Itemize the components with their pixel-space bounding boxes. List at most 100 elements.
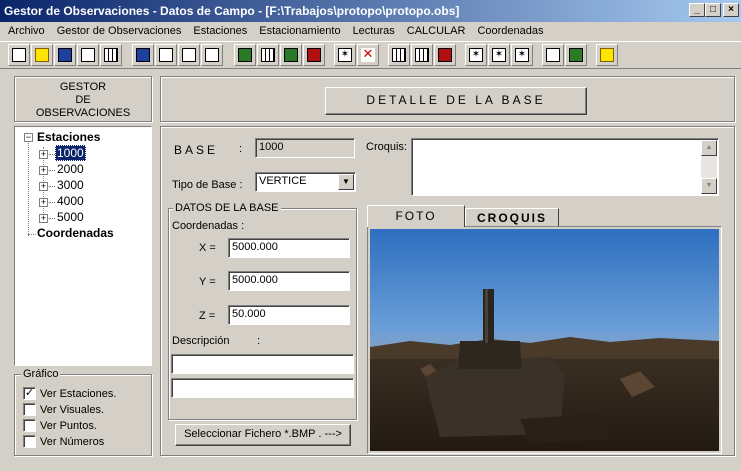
seleccionar-fichero-button[interactable]: Seleccionar Fichero *.BMP . ---> [175,424,351,446]
tree-item-station[interactable]: 3000 [57,178,84,192]
y-field[interactable]: 5000.000 [228,271,350,291]
tree-root-coordenadas[interactable]: Coordenadas [37,226,114,240]
grid-button-1[interactable] [257,44,279,66]
tab-croquis[interactable]: CROQUIS [465,208,559,227]
descripcion-field-2[interactable] [171,378,354,398]
tipo-base-select[interactable]: VERTICE ▼ [255,172,356,192]
title-bar[interactable]: Gestor de Observaciones - Datos de Campo… [0,0,741,22]
menu-archivo[interactable]: Archivo [2,22,51,40]
grid-red-icon [307,48,321,62]
tol-icon [205,48,219,62]
tree-item-station[interactable]: 4000 [57,194,84,208]
points-button[interactable]: ✶ [465,44,487,66]
base-value-field: 1000 [255,138,355,158]
cf-icon [136,48,150,62]
tree-line [49,218,55,219]
save-button[interactable] [54,44,76,66]
title-buttons: _ □ × [689,3,739,17]
tab-foto[interactable]: FOTO [367,205,465,227]
table-button-2[interactable] [411,44,433,66]
menu-gestor-observaciones[interactable]: Gestor de Observaciones [51,22,188,40]
file-list-button[interactable] [77,44,99,66]
menu-estaciones[interactable]: Estaciones [187,22,253,40]
grid-button-2[interactable] [280,44,302,66]
new-file-button[interactable] [8,44,30,66]
checkbox-ver-puntos[interactable] [23,419,36,432]
text-format-icon [159,48,173,62]
croquis-textarea[interactable]: ▲ ▼ [411,138,719,196]
u-tool-button[interactable] [178,44,200,66]
tree-line [28,141,29,236]
detalle-base-button[interactable]: DETALLE DE LA BASE [325,87,587,115]
tol-button[interactable] [201,44,223,66]
maximize-button[interactable]: □ [705,3,721,17]
collapse-icon[interactable]: − [24,133,33,142]
expand-icon[interactable]: + [39,166,48,175]
open-file-button[interactable] [31,44,53,66]
checkbox-ver-numeros[interactable] [23,435,36,448]
base-photo-image [370,229,719,451]
table-red-icon [438,48,452,62]
expand-icon[interactable]: + [39,198,48,207]
table-icon [415,48,429,62]
poli-icon [546,48,560,62]
nivel-icon [569,48,583,62]
grid-green-icon [284,48,298,62]
menu-calcular[interactable]: CALCULAR [401,22,472,40]
menu-lecturas[interactable]: Lecturas [347,22,401,40]
stations-tree[interactable]: − Estaciones + 1000 + 2000 + 3000 + 4000… [14,126,152,366]
datos-legend: DATOS DE LA BASE [173,202,281,214]
grid-button-3[interactable] [303,44,325,66]
checkbox-ver-estaciones[interactable]: ✓ [23,387,36,400]
stations-net-button[interactable]: ✶ [488,44,510,66]
descripcion-label: Descripción [172,335,230,347]
table-icon [392,48,406,62]
tree-item-station[interactable]: 1000 [55,145,86,161]
x-field[interactable]: 5000.000 [228,238,350,258]
base-label: BASE [174,143,219,157]
calculator-button[interactable] [100,44,122,66]
option-ver-puntos[interactable]: Ver Puntos. [23,419,97,432]
window-title: Gestor de Observaciones - Datos de Campo… [4,4,460,18]
option-ver-visuales[interactable]: Ver Visuales. [23,403,104,416]
chevron-down-icon[interactable]: ▼ [338,174,354,190]
menu-bar: Archivo Gestor de Observaciones Estacion… [0,22,741,40]
calculator-icon [104,48,118,62]
descripcion-field-1[interactable] [171,354,354,374]
detail-header-panel: DETALLE DE LA BASE [160,76,735,122]
nivel-button[interactable] [565,44,587,66]
gestor-title-panel: GESTOR DE OBSERVACIONES [14,76,152,122]
poli-button[interactable] [542,44,564,66]
y-label: Y = [199,276,216,288]
list-green-button[interactable] [234,44,256,66]
delete-button[interactable]: ✕ [357,44,379,66]
tree-root-estaciones[interactable]: Estaciones [37,130,100,144]
tree-item-station[interactable]: 2000 [57,162,84,176]
menu-coordenadas[interactable]: Coordenadas [471,22,549,40]
datos-base-group: DATOS DE LA BASE Coordenadas : X = 5000.… [168,202,357,420]
expand-icon[interactable]: + [39,182,48,191]
expand-icon[interactable]: + [39,150,48,159]
menu-estacionamiento[interactable]: Estacionamiento [253,22,346,40]
croquis-scrollbar[interactable]: ▲ ▼ [701,140,717,194]
table-button-3[interactable] [434,44,456,66]
checkbox-ver-visuales[interactable] [23,403,36,416]
expand-icon[interactable]: + [39,214,48,223]
help-button[interactable] [596,44,618,66]
help-icon [600,48,614,62]
close-button[interactable]: × [723,3,739,17]
toolbar: ✶ ✕ ✶ ✶ ✶ [0,41,741,69]
minimize-button[interactable]: _ [689,3,705,17]
table-button-1[interactable] [388,44,410,66]
option-ver-estaciones[interactable]: ✓ Ver Estaciones. [23,387,116,400]
cf-button[interactable] [132,44,154,66]
net-graph-button[interactable]: ✶ [511,44,533,66]
gestor-title-line2: DE [75,94,91,106]
text-format-button[interactable] [155,44,177,66]
scroll-up-icon[interactable]: ▲ [701,140,717,156]
z-field[interactable]: 50.000 [228,305,350,325]
network-button[interactable]: ✶ [334,44,356,66]
tree-item-station[interactable]: 5000 [57,210,84,224]
option-ver-numeros[interactable]: Ver Números [23,435,104,448]
scroll-down-icon[interactable]: ▼ [701,178,717,194]
